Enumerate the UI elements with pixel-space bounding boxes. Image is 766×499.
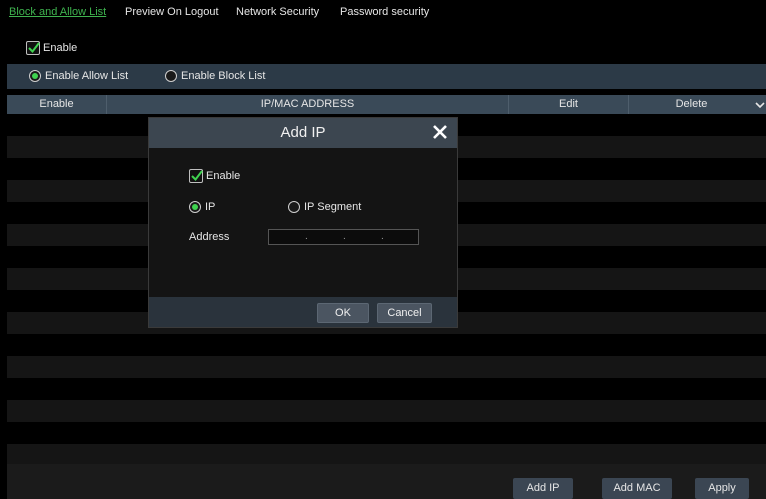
radio-selected-icon (189, 201, 201, 213)
table-row (7, 400, 766, 422)
add-ip-button[interactable]: Add IP (513, 478, 573, 499)
ok-button[interactable]: OK (317, 303, 369, 323)
tab-network-security[interactable]: Network Security (236, 6, 319, 18)
column-header-enable: Enable (7, 95, 107, 114)
table-row (7, 378, 766, 400)
apply-button[interactable]: Apply (695, 478, 749, 499)
column-header-delete: Delete (675, 98, 708, 110)
dialog-enable-row: Enable (189, 169, 240, 183)
enable-block-list-radio[interactable]: Enable Block List (165, 70, 265, 82)
close-icon[interactable] (432, 124, 448, 140)
table-row (7, 334, 766, 356)
enable-label: Enable (43, 42, 78, 54)
table-row (7, 356, 766, 378)
add-ip-dialog: Add IP Enable IP IP Segment Address . . … (148, 117, 458, 328)
list-mode-bar: Enable Allow List Enable Block List (7, 64, 766, 89)
address-label: Address (189, 231, 230, 243)
table-row (7, 444, 766, 464)
dialog-enable-label: Enable (206, 170, 241, 182)
enable-allow-list-radio[interactable]: Enable Allow List (29, 70, 128, 82)
top-tab-bar: Block and Allow List Preview On Logout N… (0, 0, 766, 22)
enable-block-list-label: Enable Block List (181, 70, 266, 82)
radio-selected-icon (29, 70, 41, 82)
tab-preview-on-logout[interactable]: Preview On Logout (125, 6, 219, 18)
table-header: Enable IP/MAC ADDRESS Edit Delete (7, 95, 766, 114)
dialog-footer: OK Cancel (149, 297, 457, 327)
checkmark-icon (191, 170, 203, 182)
column-header-address: IP/MAC ADDRESS (107, 95, 509, 114)
tab-password-security[interactable]: Password security (340, 6, 429, 18)
tab-block-and-allow-list[interactable]: Block and Allow List (9, 6, 106, 18)
enable-checkbox[interactable] (26, 41, 40, 55)
dialog-title-bar: Add IP (149, 118, 457, 148)
table-row (7, 422, 766, 444)
cancel-button[interactable]: Cancel (377, 303, 432, 323)
dialog-title: Add IP (280, 124, 326, 141)
radio-unselected-icon (288, 201, 300, 213)
dialog-enable-checkbox[interactable] (189, 169, 203, 183)
ip-segment-type-label: IP Segment (304, 201, 362, 213)
ip-segment-type-radio[interactable]: IP Segment (288, 201, 361, 213)
footer-bar: Add IP Add MAC Apply (7, 464, 766, 499)
ip-type-label: IP (205, 201, 216, 213)
ip-type-radio[interactable]: IP (189, 201, 215, 213)
checkmark-icon (28, 42, 40, 54)
add-mac-button[interactable]: Add MAC (602, 478, 672, 499)
chevron-down-icon[interactable] (754, 95, 766, 114)
enable-allow-list-label: Enable Allow List (45, 70, 129, 82)
ip-address-input[interactable]: . . . (268, 229, 419, 245)
enable-row: Enable (26, 40, 77, 56)
column-header-edit: Edit (509, 95, 629, 114)
radio-unselected-icon (165, 70, 177, 82)
